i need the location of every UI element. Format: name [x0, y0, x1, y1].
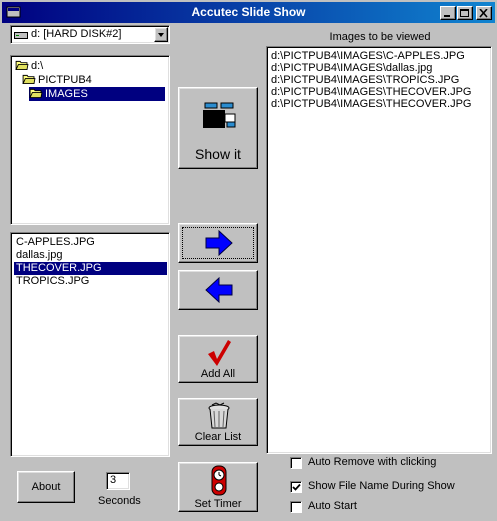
directory-tree[interactable]: d:\ PICTPUB4 IMAGES: [10, 55, 170, 225]
checkbox-box[interactable]: [290, 457, 302, 469]
minimize-button[interactable]: [440, 6, 456, 20]
image-list-item[interactable]: d:\PICTPUB4\IMAGES\THECOVER.JPG: [271, 86, 472, 98]
checkmark-icon: [208, 340, 231, 366]
checkbox-box[interactable]: [290, 501, 302, 513]
clear-list-label: Clear List: [194, 431, 242, 443]
directory-item[interactable]: IMAGES: [29, 87, 165, 101]
close-icon: [479, 9, 488, 18]
drive-icon: [14, 32, 28, 39]
image-list-item[interactable]: d:\PICTPUB4\IMAGES\dallas.jpg: [271, 62, 432, 74]
close-button[interactable]: [476, 6, 492, 20]
right-arrow-icon: [205, 230, 233, 256]
minimize-icon: [444, 15, 450, 17]
image-list-item[interactable]: d:\PICTPUB4\IMAGES\C-APPLES.JPG: [271, 50, 465, 62]
chevron-down-icon: [158, 33, 164, 37]
file-list-item[interactable]: dallas.jpg: [14, 249, 64, 262]
auto-remove-label: Auto Remove with clicking: [308, 456, 437, 468]
about-label: About: [31, 481, 61, 493]
seconds-input[interactable]: 3: [106, 472, 130, 490]
set-timer-label: Set Timer: [194, 498, 242, 510]
slide-show-window: Accutec Slide Show d: [HARD DISK#2] d:\ P…: [0, 0, 497, 521]
maximize-button[interactable]: [457, 6, 473, 20]
remove-image-button[interactable]: [178, 270, 258, 310]
file-list-item[interactable]: C-APPLES.JPG: [14, 236, 97, 249]
images-to-view-list[interactable]: d:\PICTPUB4\IMAGES\C-APPLES.JPG d:\PICTPU…: [266, 46, 492, 454]
image-list-item[interactable]: d:\PICTPUB4\IMAGES\TROPICS.JPG: [271, 74, 459, 86]
seconds-value: 3: [110, 474, 117, 486]
folder-open-icon: [15, 60, 29, 70]
directory-item[interactable]: PICTPUB4: [22, 73, 92, 87]
directory-label: PICTPUB4: [38, 74, 92, 86]
auto-start-label: Auto Start: [308, 500, 357, 512]
slide-projector-icon: [203, 102, 236, 128]
check-mark-icon: [292, 483, 301, 491]
stopwatch-icon: [211, 465, 227, 496]
maximize-icon: [460, 9, 469, 17]
add-all-button[interactable]: Add All: [178, 335, 258, 383]
directory-label: IMAGES: [45, 88, 88, 100]
directory-label: d:\: [31, 60, 44, 72]
add-all-label: Add All: [200, 368, 236, 380]
file-list-item[interactable]: TROPICS.JPG: [14, 275, 91, 288]
folder-open-icon: [22, 74, 36, 84]
images-list-label: Images to be viewed: [329, 31, 431, 43]
folder-open-icon: [29, 88, 43, 98]
add-image-button[interactable]: [178, 223, 258, 263]
title-bar[interactable]: Accutec Slide Show: [2, 2, 495, 23]
about-button[interactable]: About: [17, 471, 75, 503]
image-list-item[interactable]: d:\PICTPUB4\IMAGES\THECOVER.JPG: [271, 98, 472, 110]
trash-icon: [208, 402, 230, 429]
clear-list-button[interactable]: Clear List: [178, 398, 258, 446]
file-list[interactable]: C-APPLES.JPG dallas.jpg THECOVER.JPG TROPIC…: [10, 232, 170, 457]
checkbox-box[interactable]: [290, 481, 302, 493]
drive-select[interactable]: d: [HARD DISK#2]: [10, 25, 170, 44]
show-it-button[interactable]: Show it: [178, 87, 258, 169]
drive-dropdown-button[interactable]: [154, 27, 168, 42]
file-list-item[interactable]: THECOVER.JPG: [14, 262, 167, 275]
window-title: Accutec Slide Show: [191, 5, 306, 19]
left-arrow-icon: [205, 277, 233, 303]
set-timer-button[interactable]: Set Timer: [178, 462, 258, 512]
drive-value: d: [HARD DISK#2]: [31, 28, 122, 40]
seconds-label: Seconds: [98, 495, 141, 507]
show-it-label: Show it: [195, 146, 241, 162]
show-file-name-label: Show File Name During Show: [308, 480, 455, 492]
directory-item[interactable]: d:\: [15, 59, 43, 73]
